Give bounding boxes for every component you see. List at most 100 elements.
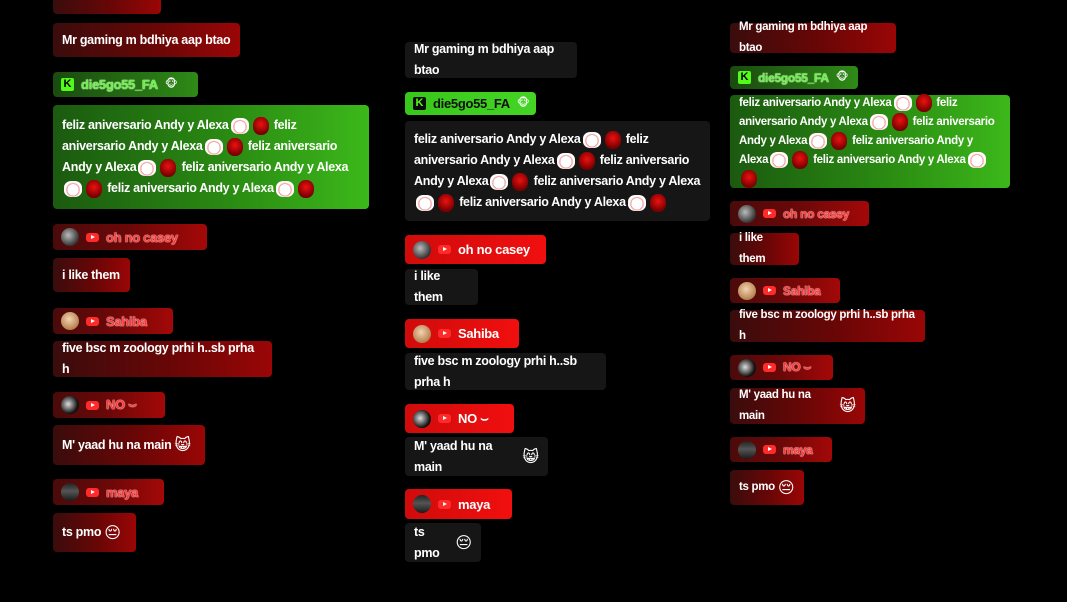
- youtube-icon: [438, 329, 451, 338]
- chat-message: ts pmo 😔: [53, 513, 136, 552]
- username-badge: oh no casey: [405, 235, 546, 264]
- avatar: [61, 483, 79, 501]
- chat-message: M' yaad hu na main 😸: [730, 388, 865, 424]
- red-blob-emote: [831, 131, 848, 150]
- youtube-icon: [763, 286, 776, 295]
- avatar: [738, 358, 756, 377]
- username: die5go55_FA: [81, 77, 158, 92]
- message-segment: feliz aniversario Andy y Alexa: [414, 132, 581, 146]
- message-segment: feliz aniversario Andy y Alexa: [107, 181, 274, 195]
- pensive-emoji: 😔: [104, 524, 121, 542]
- avatar: [413, 240, 431, 259]
- face-icon: 🐵: [164, 78, 178, 90]
- red-blob-emote: [438, 193, 454, 212]
- pensive-emoji: 😔: [455, 534, 472, 552]
- avatar: [738, 204, 756, 223]
- avatar: [61, 228, 79, 246]
- message-text: five bsc m zoology prhi h..sb prha h: [414, 353, 577, 389]
- grinning-cat-emoji: 😸: [522, 448, 539, 466]
- message-segment: feliz aniversario Andy y Alexa: [739, 96, 892, 109]
- username: NO ⌣: [106, 397, 137, 412]
- username: maya: [783, 442, 813, 457]
- message-text: feliz aniversario Andy y Alexa feliz ani…: [739, 93, 1001, 189]
- message-segment: feliz aniversario Andy y Alexa: [459, 195, 626, 209]
- youtube-icon: [86, 487, 99, 497]
- username-badge: maya: [53, 479, 164, 505]
- chat-message: five bsc m zoology prhi h..sb prha h: [405, 353, 606, 390]
- message-segment: feliz aniversario Andy y Alexa: [813, 154, 966, 167]
- cat-heart-emote: [627, 194, 646, 211]
- chat-message: ts pmo 😔: [405, 523, 481, 562]
- cat-heart-emote: [490, 173, 509, 190]
- username: oh no casey: [106, 229, 178, 245]
- message-text: ts pmo: [414, 524, 440, 560]
- message-text: M' yaad hu na main: [739, 389, 811, 422]
- avatar: [61, 312, 79, 330]
- chat-message: ts pmo 😔: [730, 470, 804, 505]
- youtube-icon: [438, 499, 451, 509]
- username-badge: die5go55_FA 🐵: [53, 72, 198, 97]
- message-text: Mr gaming m bdhiya aap btao: [739, 21, 868, 54]
- cat-heart-emote: [770, 152, 789, 169]
- message-segment: feliz aniversario Andy y Alexa: [533, 174, 701, 188]
- message-text: five bsc m zoology prhi h..sb prha h: [739, 309, 915, 342]
- kick-icon: [61, 78, 74, 91]
- avatar: [413, 324, 431, 343]
- cat-heart-emote: [869, 113, 888, 130]
- message-text: ts pmo: [62, 525, 102, 539]
- username-badge: Sahiba: [730, 278, 840, 303]
- chat-overlay-column-3: Mr gaming m bdhiya aap btao die5go55_FA …: [730, 0, 1015, 602]
- chat-message: i like them: [53, 258, 130, 292]
- face-icon: 🐵: [516, 97, 530, 109]
- username-badge: NO ⌣: [730, 355, 833, 380]
- avatar: [61, 396, 79, 414]
- chat-message: i like them: [730, 232, 799, 265]
- chat-message: five bsc m zoology prhi h..sb prha h: [730, 309, 925, 342]
- chat-message: feliz aniversario Andy y Alexa feliz ani…: [730, 93, 1010, 189]
- face-icon: 🐵: [835, 71, 849, 83]
- message-text: five bsc m zoology prhi h..sb prha h: [62, 341, 254, 376]
- username: die5go55_FA: [433, 96, 510, 111]
- username-badge: Sahiba: [53, 308, 173, 334]
- message-text: i like them: [414, 269, 443, 304]
- chat-message: five bsc m zoology prhi h..sb prha h: [53, 341, 272, 377]
- cat-heart-emote: [204, 138, 223, 155]
- username: NO ⌣: [783, 360, 812, 374]
- username-badge: oh no casey: [53, 224, 207, 250]
- username: NO ⌣: [458, 410, 489, 426]
- username-badge: Sahiba: [405, 319, 519, 348]
- cat-heart-emote: [967, 152, 986, 169]
- message-text: Mr gaming m bdhiya aap btao: [414, 42, 554, 77]
- red-blob-emote: [86, 179, 102, 198]
- username: oh no casey: [783, 206, 850, 221]
- username-badge: NO ⌣: [405, 404, 514, 433]
- youtube-icon: [438, 245, 451, 254]
- message-text: i like them: [739, 232, 766, 265]
- message-text: Mr gaming m bdhiya aap btao: [62, 32, 231, 47]
- message-cutoff: [53, 0, 161, 14]
- chat-message: M' yaad hu na main 😸: [53, 425, 205, 465]
- cat-heart-emote: [893, 94, 912, 111]
- username: Sahiba: [783, 283, 821, 298]
- avatar: [738, 440, 756, 459]
- red-blob-emote: [226, 137, 243, 156]
- message-text: M' yaad hu na main: [414, 438, 493, 474]
- cat-heart-emote: [230, 117, 249, 134]
- message-text: feliz aniversario Andy y Alexa feliz ani…: [62, 115, 360, 199]
- red-blob-emote: [160, 158, 177, 177]
- red-blob-emote: [891, 112, 908, 131]
- cat-heart-emote: [809, 132, 828, 149]
- message-text: M' yaad hu na main: [62, 437, 172, 452]
- red-blob-emote: [915, 93, 932, 112]
- username: maya: [458, 496, 491, 512]
- username-badge: maya: [730, 437, 832, 462]
- kick-icon: [738, 71, 751, 84]
- cat-heart-emote: [64, 180, 82, 197]
- chat-message: M' yaad hu na main 😸: [405, 437, 548, 476]
- red-blob-emote: [649, 193, 666, 212]
- red-blob-emote: [297, 179, 314, 198]
- youtube-icon: [763, 363, 776, 372]
- youtube-icon: [86, 316, 99, 326]
- message-text: i like them: [62, 267, 120, 282]
- youtube-icon: [438, 414, 451, 423]
